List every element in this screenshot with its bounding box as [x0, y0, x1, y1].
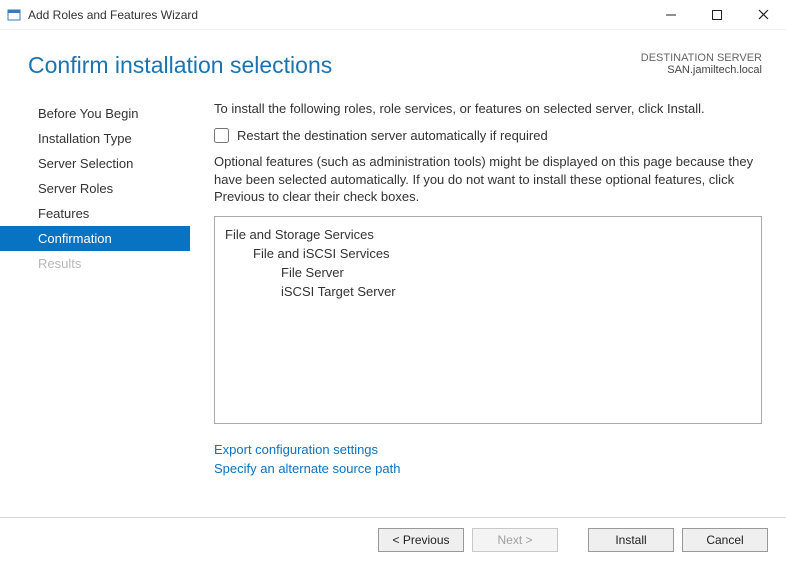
page-header: Confirm installation selections DESTINAT… [0, 30, 786, 87]
selection-item: File Server [225, 263, 751, 282]
selection-item: File and iSCSI Services [225, 244, 751, 263]
previous-button[interactable]: < Previous [378, 528, 464, 552]
app-icon [6, 7, 22, 23]
wizard-step[interactable]: Installation Type [0, 126, 190, 151]
export-config-link[interactable]: Export configuration settings [214, 442, 762, 457]
selections-listbox[interactable]: File and Storage ServicesFile and iSCSI … [214, 216, 762, 424]
cancel-button[interactable]: Cancel [682, 528, 768, 552]
restart-checkbox[interactable] [214, 128, 229, 143]
page-title: Confirm installation selections [28, 52, 641, 79]
intro-text: To install the following roles, role ser… [214, 101, 762, 116]
optional-note: Optional features (such as administratio… [214, 153, 762, 206]
window-buttons [648, 0, 786, 30]
titlebar: Add Roles and Features Wizard [0, 0, 786, 30]
window-title: Add Roles and Features Wizard [28, 8, 648, 22]
close-button[interactable] [740, 0, 786, 30]
restart-row: Restart the destination server automatic… [214, 128, 762, 143]
wizard-step[interactable]: Confirmation [0, 226, 190, 251]
selection-item: iSCSI Target Server [225, 282, 751, 301]
wizard-step[interactable]: Server Selection [0, 151, 190, 176]
alternate-source-link[interactable]: Specify an alternate source path [214, 461, 762, 476]
links-block: Export configuration settings Specify an… [214, 442, 762, 476]
maximize-button[interactable] [694, 0, 740, 30]
wizard-step[interactable]: Before You Begin [0, 101, 190, 126]
wizard-sidebar: Before You BeginInstallation TypeServer … [0, 95, 190, 480]
wizard-footer: < Previous Next > Install Cancel [0, 517, 786, 561]
destination-block: DESTINATION SERVER SAN.jamiltech.local [641, 52, 762, 76]
minimize-button[interactable] [648, 0, 694, 30]
selection-item: File and Storage Services [225, 225, 751, 244]
wizard-step: Results [0, 251, 190, 276]
destination-label: DESTINATION SERVER [641, 52, 762, 64]
destination-server: SAN.jamiltech.local [641, 64, 762, 76]
install-button[interactable]: Install [588, 528, 674, 552]
main-panel: To install the following roles, role ser… [190, 95, 786, 480]
restart-label[interactable]: Restart the destination server automatic… [237, 128, 548, 143]
next-button[interactable]: Next > [472, 528, 558, 552]
wizard-step[interactable]: Features [0, 201, 190, 226]
wizard-step[interactable]: Server Roles [0, 176, 190, 201]
